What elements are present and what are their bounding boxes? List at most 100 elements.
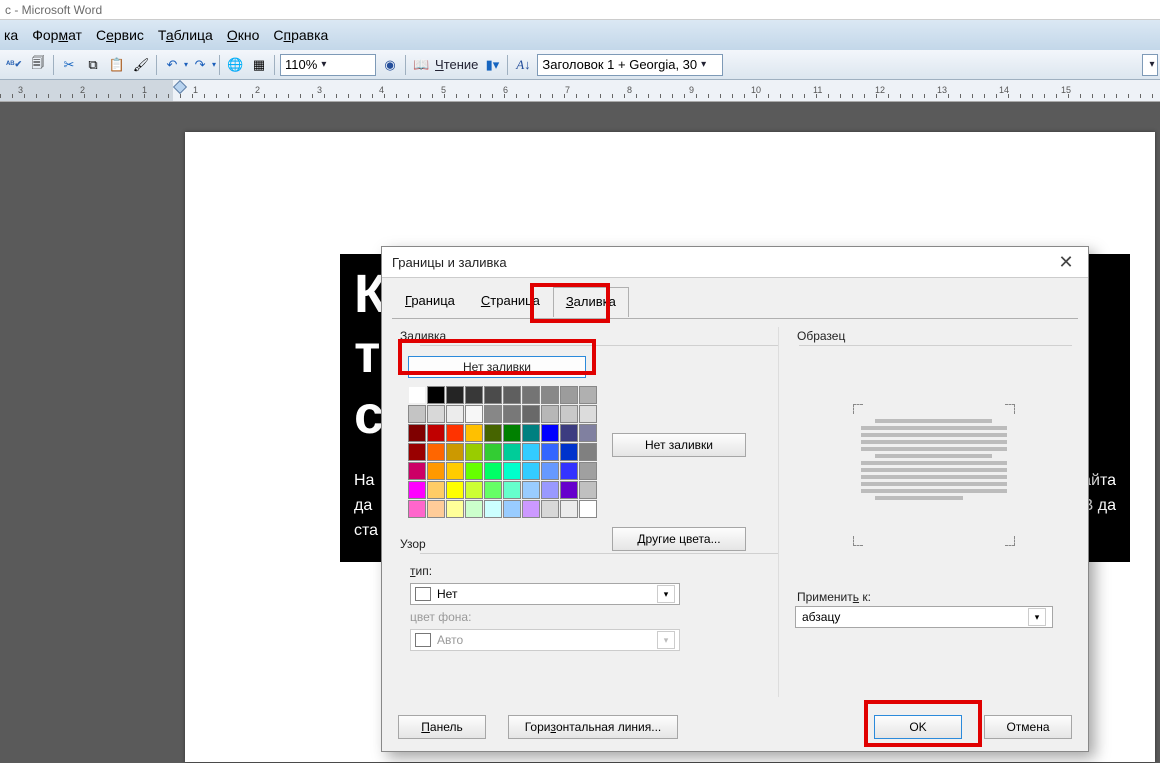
color-swatch[interactable] (522, 443, 540, 461)
color-swatch[interactable] (484, 481, 502, 499)
style-combo[interactable]: Заголовок 1 + Georgia, 30 ▾ (537, 54, 723, 76)
help-icon[interactable]: ◉ (379, 54, 401, 76)
color-swatch[interactable] (503, 386, 521, 404)
zoom-combo[interactable]: 110% ▾ (280, 54, 376, 76)
color-swatch[interactable] (408, 462, 426, 480)
cancel-button[interactable]: Отмена (984, 715, 1072, 739)
horizontal-line-button[interactable]: Горизонтальная линия... (508, 715, 678, 739)
color-swatch[interactable] (484, 462, 502, 480)
color-swatch[interactable] (579, 405, 597, 423)
color-swatch[interactable] (560, 424, 578, 442)
color-swatch[interactable] (446, 424, 464, 442)
color-swatch[interactable] (427, 462, 445, 480)
color-swatch[interactable] (446, 386, 464, 404)
tab-page[interactable]: Страница (468, 286, 553, 316)
color-swatch[interactable] (484, 500, 502, 518)
color-swatch[interactable] (579, 481, 597, 499)
menu-help[interactable]: Справка (273, 27, 328, 43)
color-swatch[interactable] (465, 481, 483, 499)
color-swatch[interactable] (503, 481, 521, 499)
copy-icon[interactable]: ⧉ (82, 54, 104, 76)
color-swatch[interactable] (560, 481, 578, 499)
menu-service[interactable]: Сервис (96, 27, 144, 43)
menu-edit-frag[interactable]: ка (4, 27, 18, 43)
color-swatch[interactable] (408, 424, 426, 442)
style-icon[interactable]: A↓ (512, 54, 534, 76)
apply-to-select[interactable]: абзацу ▾ (795, 606, 1053, 628)
color-swatch[interactable] (465, 500, 483, 518)
color-swatch[interactable] (522, 462, 540, 480)
color-swatch[interactable] (541, 424, 559, 442)
color-swatch[interactable] (484, 424, 502, 442)
color-swatch[interactable] (427, 443, 445, 461)
color-swatch[interactable] (427, 405, 445, 423)
menu-window[interactable]: Окно (227, 27, 260, 43)
color-swatch[interactable] (503, 443, 521, 461)
redo-icon[interactable]: ↷ (189, 54, 211, 76)
color-swatch[interactable] (560, 500, 578, 518)
read-icon[interactable]: 📖 (410, 54, 432, 76)
color-swatch[interactable] (503, 500, 521, 518)
color-swatch[interactable] (522, 386, 540, 404)
color-swatch[interactable] (579, 500, 597, 518)
color-swatch[interactable] (579, 424, 597, 442)
color-swatch[interactable] (465, 462, 483, 480)
color-swatch[interactable] (446, 481, 464, 499)
horizontal-ruler[interactable]: 321123456789101112131415 (0, 80, 1160, 102)
color-swatch[interactable] (579, 443, 597, 461)
margin-marker-icon[interactable] (173, 82, 185, 98)
color-swatch[interactable] (484, 443, 502, 461)
paste-icon[interactable]: 📋 (106, 54, 128, 76)
color-swatch[interactable] (465, 386, 483, 404)
color-swatch[interactable] (484, 386, 502, 404)
color-swatch[interactable] (560, 386, 578, 404)
color-swatch[interactable] (408, 405, 426, 423)
color-swatch[interactable] (465, 424, 483, 442)
color-swatch[interactable] (408, 386, 426, 404)
color-swatch[interactable] (427, 500, 445, 518)
reading-label[interactable]: Чтение (435, 57, 478, 72)
undo-icon[interactable]: ↶ (161, 54, 183, 76)
color-swatch[interactable] (503, 405, 521, 423)
color-swatch[interactable] (522, 424, 540, 442)
redo-dropdown[interactable]: ↷▾ (188, 54, 216, 76)
color-swatch[interactable] (560, 462, 578, 480)
tab-border[interactable]: Граница (392, 286, 468, 316)
color-swatch[interactable] (446, 500, 464, 518)
color-swatch[interactable] (484, 405, 502, 423)
hyperlink-icon[interactable]: 🌐 (224, 54, 246, 76)
color-swatch[interactable] (446, 462, 464, 480)
color-swatch[interactable] (541, 443, 559, 461)
color-swatch[interactable] (465, 405, 483, 423)
color-swatch[interactable] (541, 405, 559, 423)
color-swatch[interactable] (522, 481, 540, 499)
color-swatch[interactable] (541, 481, 559, 499)
color-swatch[interactable] (579, 386, 597, 404)
research-icon[interactable]: 🗐 (27, 54, 49, 76)
color-swatch[interactable] (522, 500, 540, 518)
color-swatch[interactable] (522, 405, 540, 423)
format-painter-icon[interactable]: 🖌 (130, 54, 152, 76)
color-swatch[interactable] (427, 424, 445, 442)
color-swatch[interactable] (446, 443, 464, 461)
no-fill-display[interactable]: Нет заливки (408, 356, 586, 378)
color-swatch[interactable] (503, 424, 521, 442)
color-swatch[interactable] (408, 481, 426, 499)
ok-button[interactable]: OK (874, 715, 962, 739)
color-swatch[interactable] (579, 462, 597, 480)
color-swatch[interactable] (541, 500, 559, 518)
color-swatch[interactable] (541, 462, 559, 480)
color-swatch[interactable] (408, 500, 426, 518)
pattern-type-select[interactable]: Нет ▾ (410, 583, 680, 605)
tables-borders-icon[interactable]: ▦ (248, 54, 270, 76)
menu-format[interactable]: Формат (32, 27, 82, 43)
spellcheck-icon[interactable]: ᴬᴮ✔ (3, 54, 25, 76)
tab-fill[interactable]: Заливка (553, 287, 629, 317)
undo-dropdown[interactable]: ↶▾ (160, 54, 188, 76)
font-combo[interactable]: ▾ (1142, 54, 1158, 76)
color-swatch[interactable] (503, 462, 521, 480)
color-swatch[interactable] (465, 443, 483, 461)
color-swatch[interactable] (446, 405, 464, 423)
color-swatch[interactable] (427, 481, 445, 499)
toolbar-panel-button[interactable]: Панель (398, 715, 486, 739)
